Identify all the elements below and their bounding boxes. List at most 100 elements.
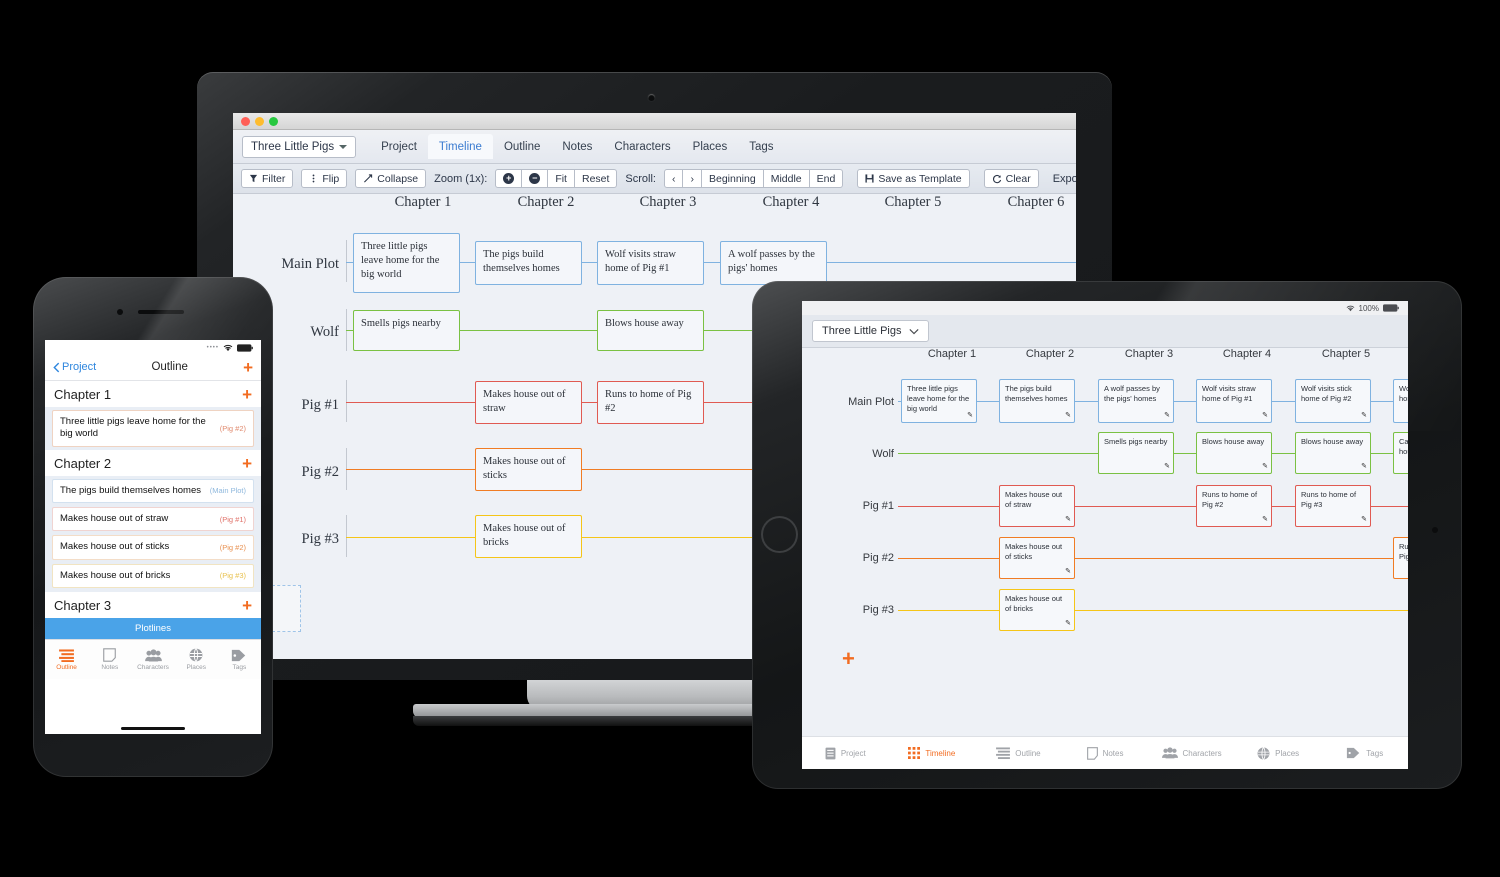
zoom-fit-button[interactable]: Fit <box>548 169 575 188</box>
tab-tags[interactable]: Tags <box>1321 747 1408 759</box>
edit-pencil-icon[interactable]: ✎ <box>1164 411 1170 420</box>
edit-pencil-icon[interactable]: ✎ <box>1361 411 1367 420</box>
edit-pencil-icon[interactable]: ✎ <box>1262 515 1268 524</box>
timeline-card[interactable]: Three little pigs leave home for the big… <box>901 379 977 423</box>
tab-places[interactable]: Places <box>682 134 739 159</box>
timeline-card[interactable]: Makes house out of sticks <box>475 448 582 491</box>
timeline-icon <box>908 747 921 759</box>
minimize-icon[interactable] <box>255 116 264 126</box>
list-item[interactable]: Makes house out of bricks (Pig #3) <box>52 563 254 589</box>
flip-button[interactable]: Flip <box>301 169 348 188</box>
timeline-card[interactable]: Wolf visits stick home of Pig #2 ✎ <box>1295 379 1371 423</box>
timeline-card[interactable]: The pigs build themselves homes ✎ <box>999 379 1075 423</box>
list-item[interactable]: The pigs build themselves homes (Main Pl… <box>52 478 254 504</box>
timeline-card[interactable]: Three little pigs leave home for the big… <box>353 233 460 293</box>
timeline-card[interactable]: Smells pigs nearby ✎ <box>1098 432 1174 474</box>
tab-notes[interactable]: Notes <box>551 134 603 159</box>
timeline-card[interactable]: Runs to home of Pig #2 ✎ <box>1196 485 1272 527</box>
tab-timeline[interactable]: Timeline <box>427 134 493 159</box>
edit-pencil-icon[interactable]: ✎ <box>1164 462 1170 471</box>
section-header-chapter-3[interactable]: Chapter 3 + <box>45 592 261 619</box>
list-item-title: Makes house out of sticks <box>60 541 170 553</box>
timeline-card[interactable]: Smells pigs nearby <box>353 310 460 351</box>
edit-pencil-icon[interactable]: ✎ <box>1065 567 1071 576</box>
timeline-card[interactable]: Blows house away <box>597 310 704 351</box>
tab-characters[interactable]: Characters <box>1148 747 1235 759</box>
add-button[interactable]: + <box>243 359 253 376</box>
close-icon[interactable] <box>241 116 250 126</box>
edit-pencil-icon[interactable]: ✎ <box>1361 515 1367 524</box>
plotlines-bar[interactable]: Plotlines <box>45 618 261 640</box>
section-header-chapter-2[interactable]: Chapter 2 + <box>45 449 261 476</box>
timeline-card[interactable]: A wolf passes by the pigs' homes <box>720 241 827 285</box>
tab-project[interactable]: Project <box>370 134 428 159</box>
timeline-card[interactable]: Wolf visits straw home of Pig #1 <box>597 241 704 285</box>
timeline-card[interactable]: Wolf visits straw home of Pig #1 ✎ <box>1196 379 1272 423</box>
section-add-button[interactable]: + <box>242 455 252 472</box>
tab-timeline[interactable]: Timeline <box>889 747 976 759</box>
save-as-template-button[interactable]: Save as Template <box>857 169 970 188</box>
edit-pencil-icon[interactable]: ✎ <box>967 411 973 420</box>
timeline-card[interactable]: Makes house out of straw <box>475 381 582 424</box>
card-text: A wolf passes by the pigs' homes <box>1104 384 1160 404</box>
edit-pencil-icon[interactable]: ✎ <box>1262 462 1268 471</box>
section-add-button[interactable]: + <box>242 386 252 403</box>
scroll-middle-button[interactable]: Middle <box>763 169 810 188</box>
scroll-next-button[interactable]: › <box>683 169 702 188</box>
timeline-card[interactable]: A wolf passes by the pigs' homes ✎ <box>1098 379 1174 423</box>
list-item[interactable]: Three little pigs leave home for the big… <box>52 410 254 447</box>
tab-places[interactable]: Places <box>1235 746 1322 760</box>
timeline-card[interactable]: The pigs build themselves homes <box>475 241 582 285</box>
timeline-card[interactable]: Runs to home of Pig #3 ✎ <box>1393 537 1408 579</box>
edit-pencil-icon[interactable]: ✎ <box>1065 515 1071 524</box>
zoom-reset-button[interactable]: Reset <box>574 169 618 188</box>
timeline-card[interactable]: Makes house out of sticks ✎ <box>999 537 1075 579</box>
timeline-card[interactable]: Blows house away ✎ <box>1196 432 1272 474</box>
tab-outline[interactable]: Outline <box>975 747 1062 759</box>
tab-project[interactable]: Project <box>802 747 889 760</box>
add-plotline-button[interactable]: + <box>842 648 855 670</box>
timeline-card[interactable]: Wolf visits brick home of Pig #3 ✎ <box>1393 379 1408 423</box>
timeline-card[interactable]: Makes house out of bricks <box>475 515 582 558</box>
edit-pencil-icon[interactable]: ✎ <box>1361 462 1367 471</box>
timeline-card[interactable]: Makes house out of bricks ✎ <box>999 589 1075 631</box>
back-button[interactable]: Project <box>53 361 96 373</box>
card-text: Makes house out of straw <box>1005 490 1063 510</box>
zoom-out-button[interactable]: − <box>522 169 549 188</box>
tab-tags[interactable]: Tags <box>218 640 261 679</box>
tab-outline[interactable]: Outline <box>493 134 551 159</box>
project-selector[interactable]: Three Little Pigs <box>812 320 930 342</box>
list-item[interactable]: Makes house out of straw (Pig #1) <box>52 507 254 532</box>
tab-characters[interactable]: Characters <box>131 640 174 679</box>
edit-pencil-icon[interactable]: ✎ <box>1065 619 1071 628</box>
tab-notes[interactable]: Notes <box>88 640 131 679</box>
edit-pencil-icon[interactable]: ✎ <box>1262 411 1268 420</box>
timeline-card[interactable]: Cannot blow house away ✎ <box>1393 432 1408 474</box>
edit-pencil-icon[interactable]: ✎ <box>1065 411 1071 420</box>
clear-button[interactable]: Clear <box>983 169 1039 188</box>
tab-tags[interactable]: Tags <box>738 134 784 159</box>
section-header-chapter-1[interactable]: Chapter 1 + <box>45 381 261 407</box>
tablet-timeline-canvas[interactable]: Chapter 1 Chapter 2 Chapter 3 Chapter 4 … <box>802 348 1408 736</box>
timeline-card[interactable]: Makes house out of straw ✎ <box>999 485 1075 527</box>
scroll-prev-button[interactable]: ‹ <box>663 169 684 188</box>
card-text: Runs to home of Pig #3 <box>1301 490 1357 510</box>
timeline-card[interactable]: Blows house away ✎ <box>1295 432 1371 474</box>
scroll-beginning-button[interactable]: Beginning <box>701 169 764 188</box>
section-add-button[interactable]: + <box>242 597 252 614</box>
timeline-card[interactable]: Runs to home of Pig #3 ✎ <box>1295 485 1371 527</box>
timeline-card[interactable]: Runs to home of Pig #2 <box>597 381 704 424</box>
home-button[interactable] <box>761 516 798 553</box>
collapse-button[interactable]: Collapse <box>355 169 427 188</box>
list-item[interactable]: Makes house out of sticks (Pig #2) <box>52 535 254 560</box>
tab-places[interactable]: Places <box>175 640 218 679</box>
project-selector[interactable]: Three Little Pigs <box>242 135 357 158</box>
filter-button[interactable]: Filter <box>241 169 294 188</box>
tab-characters[interactable]: Characters <box>603 134 681 159</box>
scroll-end-button[interactable]: End <box>809 169 844 188</box>
zoom-icon[interactable] <box>269 116 278 126</box>
zoom-in-button[interactable]: + <box>495 169 523 188</box>
tab-notes[interactable]: Notes <box>1062 746 1149 760</box>
filter-icon <box>249 174 258 183</box>
tab-outline[interactable]: Outline <box>45 640 88 679</box>
